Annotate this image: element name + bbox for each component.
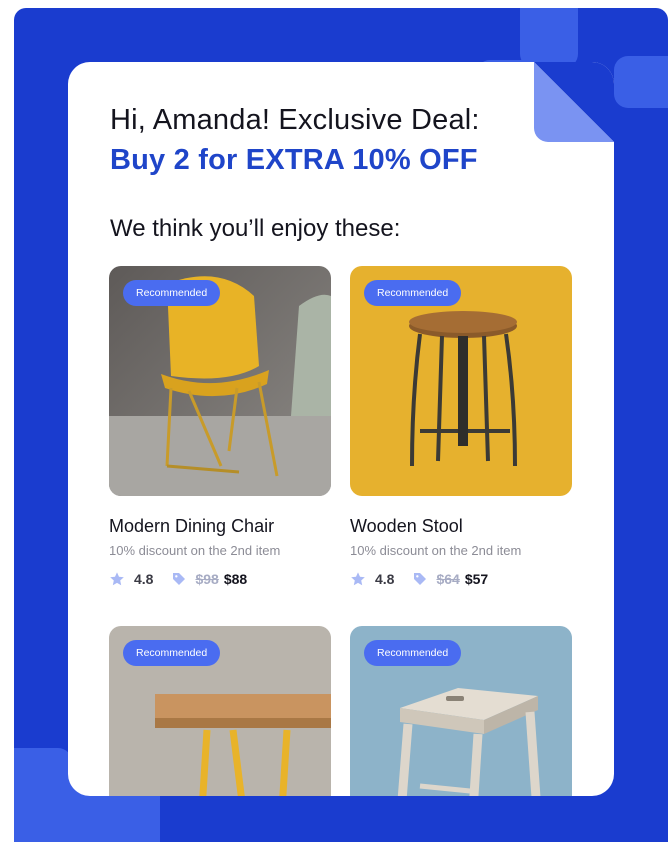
product-image[interactable]: Recommended — [350, 266, 572, 496]
product-promo: 10% discount on the 2nd item — [350, 543, 522, 558]
original-price: $64 — [436, 571, 460, 587]
tag-icon — [412, 571, 428, 587]
product-image[interactable]: Recommended — [350, 626, 572, 796]
product-card[interactable]: Recommended — [109, 626, 331, 796]
recommended-badge: Recommended — [364, 280, 462, 306]
product-image[interactable]: Recommended — [109, 626, 331, 796]
original-price: $98 — [195, 571, 219, 587]
decorative-block — [520, 8, 578, 68]
star-icon — [109, 571, 125, 587]
product-rating: 4.8 — [134, 571, 154, 587]
product-rating: 4.8 — [375, 571, 395, 587]
product-card[interactable]: Recommended Wooden Stool 10% discount on… — [350, 266, 572, 587]
product-meta: 4.8 $98 $88 — [109, 571, 331, 587]
star-icon — [350, 571, 366, 587]
greeting-heading: Hi, Amanda! Exclusive Deal: — [110, 104, 480, 136]
recommended-badge: Recommended — [123, 280, 221, 306]
product-name[interactable]: Wooden Stool — [350, 516, 572, 537]
recommended-badge: Recommended — [123, 640, 221, 666]
product-promo: 10% discount on the 2nd item — [109, 543, 281, 558]
sale-price: $57 — [464, 571, 489, 587]
recommended-badge: Recommended — [364, 640, 462, 666]
decorative-block — [614, 56, 668, 108]
product-meta: 4.8 $64 $57 — [350, 571, 572, 587]
deal-heading: Buy 2 for EXTRA 10% OFF — [110, 144, 478, 176]
product-name[interactable]: Modern Dining Chair — [109, 516, 331, 537]
tag-icon — [171, 571, 187, 587]
product-card[interactable]: Recommended — [350, 626, 572, 796]
product-card[interactable]: Recommended Modern Dining Chair 10% disc… — [109, 266, 331, 587]
product-image[interactable]: Recommended — [109, 266, 331, 496]
email-card: Hi, Amanda! Exclusive Deal: Buy 2 for EX… — [68, 62, 614, 796]
sale-price: $88 — [223, 571, 248, 587]
recommendations-subtitle: We think you’ll enjoy these: — [110, 215, 401, 242]
